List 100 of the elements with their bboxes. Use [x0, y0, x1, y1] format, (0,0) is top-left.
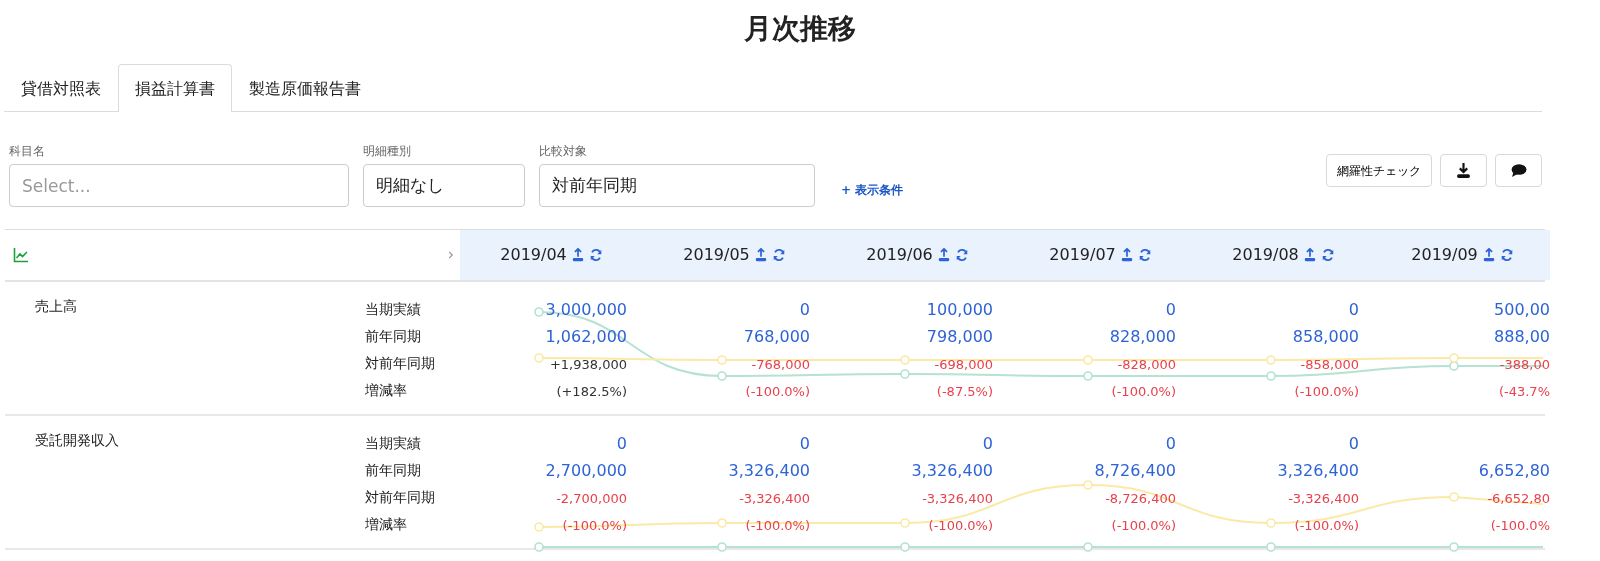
value-cell: (-100.0% — [1490, 518, 1550, 533]
value-cell: 0 — [799, 434, 810, 453]
account-name: 受託開発収入 — [35, 432, 119, 448]
row-label: 前年同期 — [365, 328, 421, 344]
sparkline-point — [1083, 355, 1093, 365]
month-label: 2019/06 — [866, 244, 933, 266]
sparkline-point — [900, 542, 910, 552]
input-field[interactable]: Select... — [9, 164, 349, 207]
row-label: 当期実績 — [365, 301, 421, 317]
value-cell: -3,326,400 — [739, 491, 810, 506]
month-label: 2019/09 — [1411, 244, 1478, 266]
value-cell: 500,00 — [1494, 300, 1550, 319]
value-cell: (-100.0%) — [1294, 518, 1359, 533]
refresh-icon[interactable] — [1499, 248, 1514, 262]
value-cell: 6,652,80 — [1478, 461, 1550, 480]
page-title: 月次推移 — [743, 11, 857, 44]
sparkline-point — [1266, 542, 1276, 552]
line-chart-icon[interactable] — [13, 247, 29, 263]
sparkline-point — [1266, 518, 1276, 528]
value-cell: -2,700,000 — [556, 491, 627, 506]
value-cell: -8,726,400 — [1105, 491, 1176, 506]
tab[interactable]: 損益計算書 — [118, 64, 232, 112]
refresh-icon[interactable] — [588, 248, 603, 262]
month-label: 2019/04 — [500, 244, 567, 266]
value-cell: 828,000 — [1109, 327, 1176, 346]
input-field[interactable]: 対前年同期 — [539, 164, 815, 207]
value-cell: -6,652,80 — [1487, 491, 1550, 506]
sparkline-point — [534, 353, 544, 363]
field-label: 比較対象 — [539, 143, 587, 160]
field-label: 明細種別 — [363, 143, 411, 160]
sparkline-point — [717, 518, 727, 528]
value-cell: 3,326,400 — [728, 461, 810, 480]
sparkline-point — [1083, 371, 1093, 381]
row-label: 対前年同期 — [365, 489, 435, 505]
refresh-icon[interactable] — [1320, 248, 1335, 262]
value-cell: 0 — [799, 300, 810, 319]
input-field[interactable]: 明細なし — [363, 164, 525, 207]
refresh-icon[interactable] — [771, 248, 786, 262]
value-cell: 1,062,000 — [545, 327, 627, 346]
upload-icon[interactable] — [1302, 248, 1317, 262]
value-cell: -828,000 — [1117, 357, 1176, 372]
display-conditions-link[interactable]: + 表示条件 — [841, 181, 904, 199]
sparkline-point — [1083, 480, 1093, 490]
value-cell: (-100.0%) — [1111, 518, 1176, 533]
row-label: 対前年同期 — [365, 355, 435, 371]
sparkline-point — [1449, 361, 1459, 371]
sparkline-point — [900, 369, 910, 379]
value-cell: 0 — [616, 434, 627, 453]
sparkline-point — [717, 355, 727, 365]
value-cell: -3,326,400 — [1288, 491, 1359, 506]
upload-icon[interactable] — [753, 248, 768, 262]
value-cell: (-87.5%) — [936, 384, 993, 399]
month-label: 2019/05 — [683, 244, 750, 266]
value-cell: 2,700,000 — [545, 461, 627, 480]
speech-bubble-icon — [1510, 162, 1527, 179]
value-cell: -768,000 — [751, 357, 810, 372]
sparkline-point — [1266, 371, 1276, 381]
upload-icon[interactable] — [570, 248, 585, 262]
value-cell: +1,938,000 — [549, 357, 627, 372]
value-cell: 0 — [1348, 434, 1359, 453]
value-cell: (-100.0%) — [928, 518, 993, 533]
value-cell: -698,000 — [934, 357, 993, 372]
month-label: 2019/08 — [1232, 244, 1299, 266]
tab[interactable]: 貸借対照表 — [4, 64, 118, 112]
tab[interactable]: 製造原価報告書 — [232, 64, 378, 112]
value-cell: (+182.5%) — [556, 384, 627, 399]
value-cell: 3,326,400 — [911, 461, 993, 480]
value-cell: 3,000,000 — [545, 300, 627, 319]
value-cell: (-100.0%) — [745, 384, 810, 399]
value-cell: 798,000 — [926, 327, 993, 346]
sparkline-point — [534, 307, 544, 317]
comment-button[interactable] — [1495, 154, 1542, 187]
row-label: 増減率 — [365, 516, 407, 532]
account-name: 売上高 — [35, 298, 77, 314]
coverage-check-button[interactable]: 網羅性チェック — [1326, 154, 1432, 187]
value-cell: 888,00 — [1494, 327, 1550, 346]
sparkline-point — [1449, 542, 1459, 552]
value-cell: 0 — [982, 434, 993, 453]
chevron-right-icon[interactable] — [446, 249, 456, 261]
sparkline-point — [1449, 353, 1459, 363]
upload-icon[interactable] — [1119, 248, 1134, 262]
row-label: 増減率 — [365, 382, 407, 398]
upload-icon[interactable] — [936, 248, 951, 262]
upload-icon[interactable] — [1481, 248, 1496, 262]
refresh-icon[interactable] — [954, 248, 969, 262]
download-button[interactable] — [1440, 154, 1487, 187]
sparkline-point — [534, 542, 544, 552]
refresh-icon[interactable] — [1137, 248, 1152, 262]
sparkline-point — [1083, 542, 1093, 552]
value-cell: -858,000 — [1300, 357, 1359, 372]
download-icon — [1455, 162, 1472, 179]
value-cell: 0 — [1165, 300, 1176, 319]
value-cell: 768,000 — [743, 327, 810, 346]
sparkline-point — [534, 522, 544, 532]
value-cell: 8,726,400 — [1094, 461, 1176, 480]
row-label: 前年同期 — [365, 462, 421, 478]
sparkline-point — [900, 518, 910, 528]
value-cell: 100,000 — [926, 300, 993, 319]
sparkline-point — [1449, 492, 1459, 502]
sparkline-point — [1266, 355, 1276, 365]
